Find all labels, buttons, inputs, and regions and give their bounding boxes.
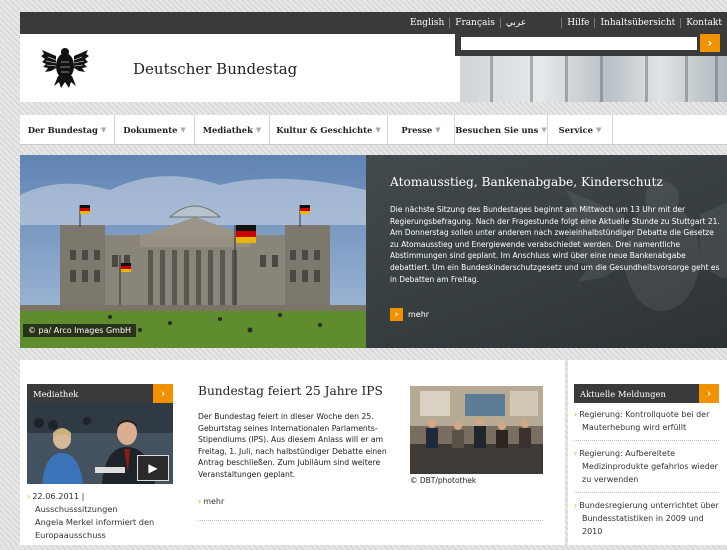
- chevron-down-icon: ▼: [375, 125, 381, 134]
- chevron-down-icon: ▼: [541, 125, 547, 134]
- hero-text-panel: Atomausstieg, Bankenabgabe, Kinderschutz…: [366, 155, 727, 348]
- main-content: Mediathek › ▶ › 22.06.2011 | Ausschusssit…: [20, 360, 565, 545]
- nav-label: Presse: [401, 124, 433, 135]
- top-links: English Français عربي Hilfe Inhaltsübers…: [405, 12, 727, 34]
- lang-arabic-link[interactable]: عربي: [499, 18, 531, 28]
- article-photo[interactable]: [410, 386, 543, 474]
- lang-french-link[interactable]: Français: [449, 18, 500, 28]
- arrow-right-icon: ›: [198, 497, 202, 506]
- mediathek-date: 22.06.2011 |: [32, 491, 85, 501]
- divider: [198, 520, 543, 521]
- arrow-right-icon: ›: [707, 36, 713, 50]
- news-item[interactable]: › Bundesregierung unterrichtet über Bunde…: [574, 499, 719, 544]
- sitemap-link[interactable]: Inhaltsübersicht: [594, 18, 680, 28]
- article-more-link[interactable]: › mehr: [198, 497, 224, 506]
- search-button[interactable]: ›: [700, 34, 720, 52]
- article-body: Der Bundestag feiert in dieser Woche den…: [198, 412, 387, 479]
- nav-item-mediathek[interactable]: Mediathek ▼: [195, 115, 270, 144]
- chevron-down-icon: ▼: [435, 125, 441, 134]
- article-photo-credit: © DBT/photothek: [410, 476, 477, 485]
- more-label: mehr: [408, 310, 430, 319]
- nav-label: Mediathek: [202, 124, 253, 135]
- contact-link[interactable]: Kontakt: [680, 18, 727, 28]
- arrow-right-icon: ›: [27, 492, 31, 501]
- news-list: › Regierung: Kontrollquote bei der Mauter…: [574, 408, 719, 550]
- site-title[interactable]: Deutscher Bundestag: [133, 60, 297, 78]
- arrow-right-icon: ›: [574, 501, 578, 510]
- chevron-down-icon: ▼: [100, 125, 107, 134]
- news-item[interactable]: › Regierung: Kontrollquote bei der Mauter…: [574, 408, 719, 441]
- news-sidebar: Aktuelle Meldungen › › Regierung: Kontrol…: [568, 360, 727, 545]
- main-navigation: Der Bundestag ▼ Dokumente ▼ Mediathek ▼ Kul…: [20, 115, 727, 145]
- news-item[interactable]: › Regierung: Aufbereitete Medizinprodukte…: [574, 447, 719, 493]
- chevron-down-icon: ▼: [255, 125, 262, 134]
- nav-item-kultur-geschichte[interactable]: Kultur & Geschichte ▼: [270, 115, 388, 144]
- nav-label: Der Bundestag: [27, 124, 98, 135]
- lang-english-link[interactable]: English: [405, 18, 449, 28]
- nav-label: Dokumente: [123, 124, 178, 135]
- mediathek-category: Ausschusssitzungen: [35, 504, 118, 514]
- mediathek-title-line2: Europaausschuss: [35, 530, 106, 540]
- search-box: ›: [455, 34, 727, 56]
- nav-label: Service: [558, 124, 593, 135]
- hero-body-text: Die nächste Sitzung des Bundestages begi…: [390, 205, 720, 284]
- arrow-right-icon: ›: [574, 410, 578, 419]
- search-input[interactable]: [461, 37, 697, 50]
- photo-credit: © pa/ Arco Images GmbH: [23, 324, 137, 337]
- chevron-down-icon: ▼: [180, 125, 186, 134]
- arrow-right-icon[interactable]: ›: [699, 384, 719, 403]
- nav-item-besuchen-sie-uns[interactable]: Besuchen Sie uns ▼: [455, 115, 548, 144]
- nav-label: Kultur & Geschichte: [276, 124, 373, 135]
- article-title[interactable]: Bundestag feiert 25 Jahre IPS: [198, 384, 383, 398]
- hero-teaser: © pa/ Arco Images GmbH Atomausstieg, Ban…: [20, 155, 727, 348]
- news-item-text: Bundesregierung unterrichtet über Bundes…: [579, 501, 719, 536]
- top-bar: English Français عربي Hilfe Inhaltsübers…: [20, 12, 727, 34]
- hero-title[interactable]: Atomausstieg, Bankenabgabe, Kinderschutz: [390, 175, 663, 189]
- more-label: mehr: [203, 497, 225, 506]
- federal-eagle-logo[interactable]: [40, 46, 90, 90]
- news-heading[interactable]: Aktuelle Meldungen ›: [574, 384, 719, 403]
- nav-label: Besuchen Sie uns: [455, 124, 539, 135]
- reichstag-photo[interactable]: [20, 155, 366, 348]
- nav-item-presse[interactable]: Presse ▼: [388, 115, 455, 144]
- news-heading-label: Aktuelle Meldungen: [580, 388, 666, 399]
- arrow-right-icon: ›: [574, 449, 578, 458]
- mediathek-title-line1: Angela Merkel informiert den: [35, 517, 155, 527]
- play-icon[interactable]: ▶: [137, 455, 169, 481]
- help-link[interactable]: Hilfe: [561, 18, 594, 28]
- news-item-text: Regierung: Aufbereitete Medizinprodukte …: [579, 449, 718, 484]
- mediathek-heading-label: Mediathek: [33, 388, 79, 399]
- hero-more-link[interactable]: › mehr: [390, 308, 429, 321]
- mediathek-list-item[interactable]: › 22.06.2011 | Ausschusssitzungen Angela …: [27, 490, 154, 542]
- nav-item-der-bundestag[interactable]: Der Bundestag ▼: [20, 115, 115, 144]
- mediathek-heading[interactable]: Mediathek ›: [27, 384, 173, 403]
- arrow-right-icon[interactable]: ›: [153, 384, 173, 403]
- chevron-down-icon: ▼: [595, 125, 602, 134]
- news-item-text: Regierung: Kontrollquote bei der Mauterh…: [579, 410, 710, 432]
- mediathek-video-thumbnail[interactable]: ▶: [27, 403, 173, 484]
- nav-item-dokumente[interactable]: Dokumente ▼: [115, 115, 195, 144]
- nav-item-service[interactable]: Service ▼: [548, 115, 613, 144]
- arrow-right-icon: ›: [390, 308, 403, 321]
